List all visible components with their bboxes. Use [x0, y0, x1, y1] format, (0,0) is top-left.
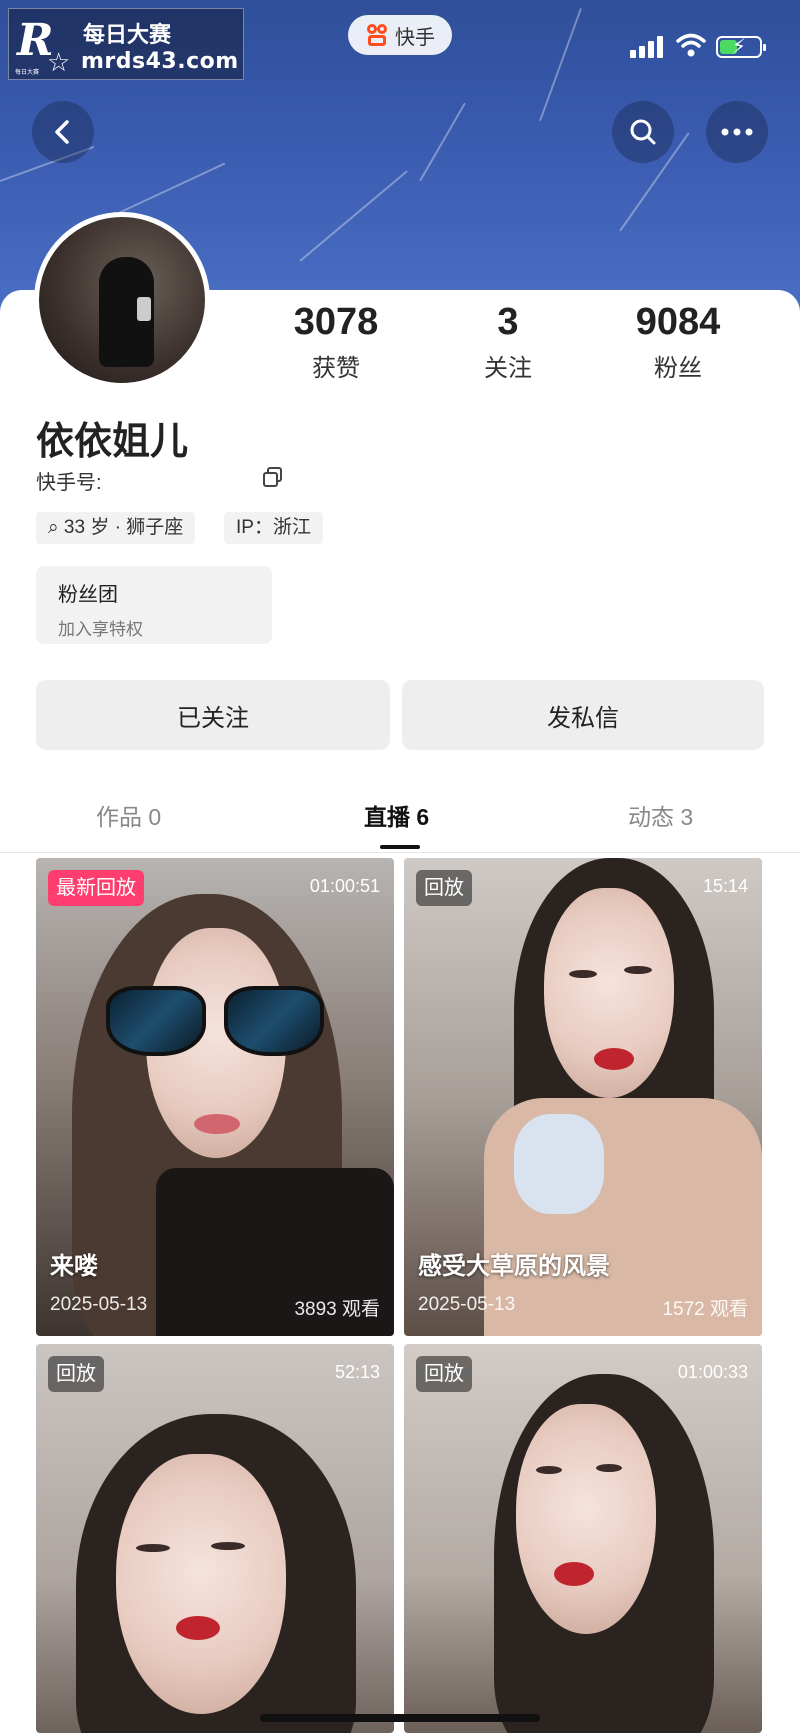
search-icon: ⌕ — [48, 517, 59, 538]
stat-fans-label: 粉丝 — [654, 355, 702, 382]
video-duration: 15:14 — [702, 876, 748, 896]
more-button[interactable] — [706, 101, 768, 163]
video-duration: 01:00:33 — [677, 1362, 748, 1382]
wifi-icon — [676, 32, 706, 58]
home-indicator[interactable] — [260, 1714, 540, 1722]
fan-club-title: 粉丝团 — [58, 584, 118, 606]
video-tile[interactable]: 回放 52:13 — [36, 1344, 394, 1733]
tag-age-zodiac: ⌕ 33 岁 · 狮子座 — [36, 512, 196, 544]
tag-ip-text: IP：浙江 — [236, 517, 311, 538]
search-icon — [630, 119, 656, 145]
following-button[interactable]: 已关注 — [36, 680, 390, 750]
more-dots-icon — [721, 128, 753, 136]
stat-fans[interactable]: 9084 粉丝 — [608, 300, 748, 383]
star-icon: ☆ — [47, 47, 71, 77]
video-views: 1572 观看 — [662, 1299, 748, 1320]
video-title: 感受大草原的风景 — [418, 1252, 610, 1280]
battery-charging-icon: ⚡ — [716, 36, 766, 58]
tag-ip: IP：浙江 — [224, 512, 323, 544]
watermark-top-text: 每日大赛 — [83, 23, 172, 48]
cellular-signal-icon — [630, 36, 668, 58]
tab-active-indicator — [380, 845, 420, 849]
watermark-logo: R ☆ 每日大赛 每日大赛 mrds43.com — [8, 8, 244, 80]
stat-fans-value: 9084 — [635, 301, 721, 343]
video-title: 来喽 — [50, 1252, 98, 1280]
profile-name: 依依姐儿 — [36, 419, 189, 463]
video-tile[interactable]: 最新回放 01:00:51 来喽 2025-05-13 3893 观看 — [36, 858, 394, 1336]
video-tile[interactable]: 回放 01:00:33 — [404, 1344, 762, 1733]
stat-following[interactable]: 3 关注 — [438, 300, 578, 383]
tab-works[interactable]: 作品 0 — [96, 798, 161, 832]
video-date: 2025-05-13 — [418, 1294, 516, 1315]
stat-likes-label: 获赞 — [312, 355, 360, 382]
search-button[interactable] — [612, 101, 674, 163]
video-tile[interactable]: 回放 15:14 感受大草原的风景 2025-05-13 1572 观看 — [404, 858, 762, 1336]
watermark-url: mrds43.com — [81, 49, 239, 74]
bolt-icon: ⚡ — [732, 36, 747, 58]
video-badge: 回放 — [416, 870, 472, 906]
video-badge: 最新回放 — [48, 870, 144, 906]
video-views: 3893 观看 — [294, 1299, 380, 1320]
fan-club-subtitle: 加入享特权 — [58, 620, 143, 639]
stat-likes[interactable]: 3078 获赞 — [266, 300, 406, 383]
tab-live[interactable]: 直播 6 — [364, 798, 429, 832]
stat-following-value: 3 — [497, 301, 519, 343]
tabs-divider — [0, 852, 800, 853]
back-button[interactable] — [32, 101, 94, 163]
stat-likes-value: 3078 — [293, 301, 379, 343]
video-duration: 52:13 — [334, 1362, 380, 1382]
copy-icon[interactable] — [262, 466, 284, 488]
watermark-small-text: 每日大赛 — [15, 70, 40, 76]
tab-moments[interactable]: 动态 3 — [628, 798, 693, 832]
app-name: 快手 — [395, 26, 435, 49]
tag-age-zodiac-text: 33 岁 · 狮子座 — [63, 517, 184, 538]
chevron-left-icon — [55, 120, 69, 144]
video-badge: 回放 — [416, 1356, 472, 1392]
video-date: 2025-05-13 — [50, 1294, 148, 1315]
message-button[interactable]: 发私信 — [402, 680, 764, 750]
video-duration: 01:00:51 — [309, 876, 380, 896]
app-switch-pill[interactable]: 快手 — [348, 15, 452, 55]
stat-following-label: 关注 — [484, 355, 532, 382]
fan-club-card[interactable]: 粉丝团 加入享特权 — [36, 566, 272, 644]
kuaishou-logo-icon — [365, 23, 389, 47]
video-badge: 回放 — [48, 1356, 104, 1392]
kuaishou-id-label: 快手号: — [36, 472, 102, 494]
avatar[interactable] — [34, 212, 210, 388]
